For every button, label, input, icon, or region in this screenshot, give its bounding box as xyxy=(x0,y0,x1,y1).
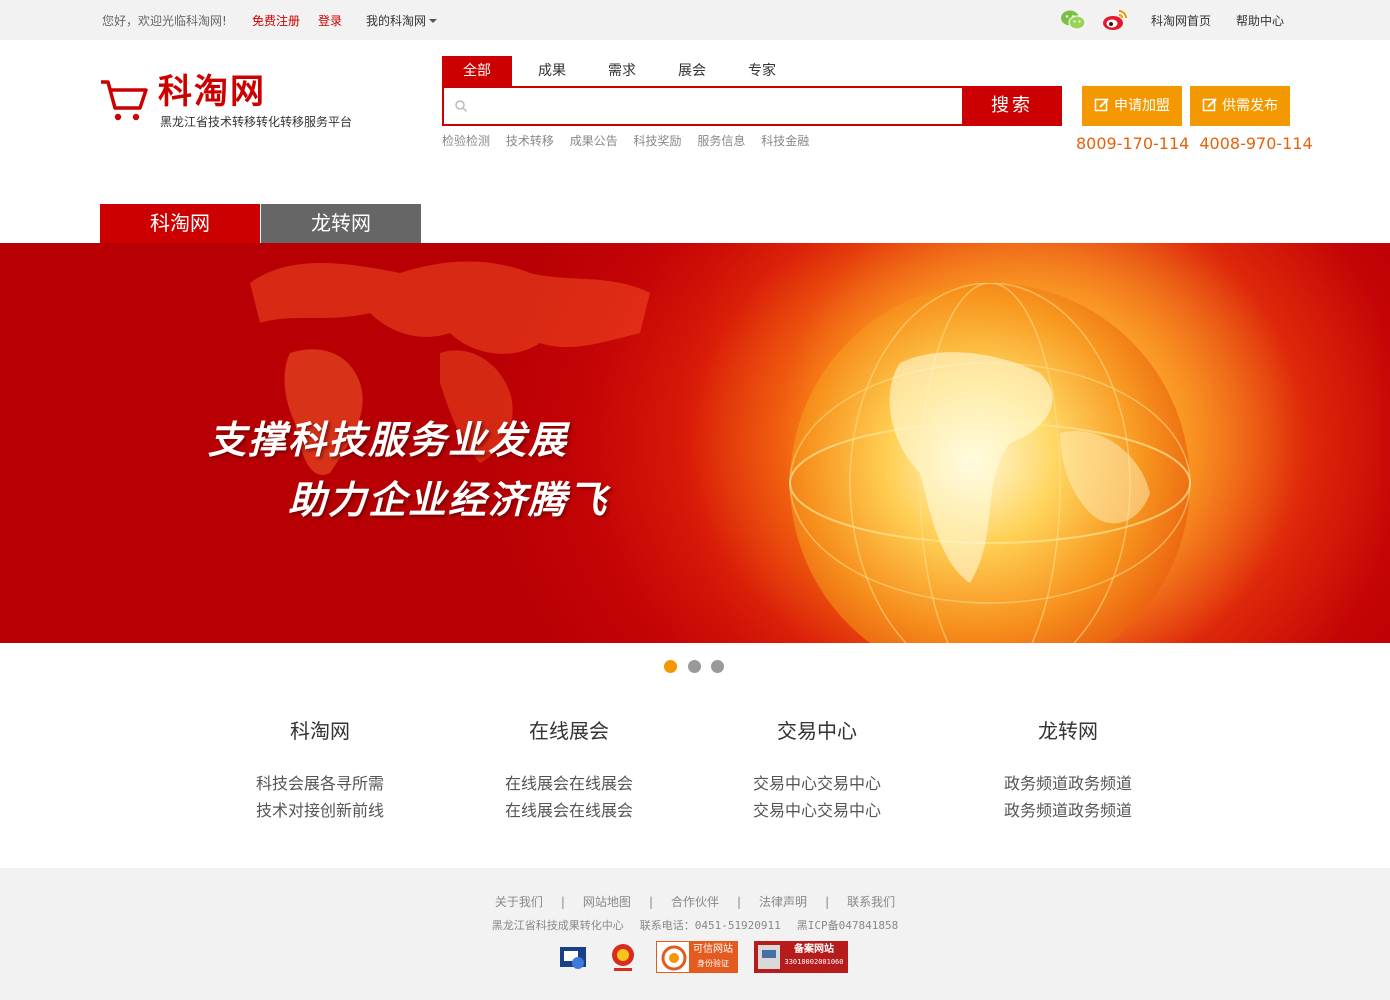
column-line: 交易中心交易中心 xyxy=(752,801,881,820)
feature-column-online-expo[interactable]: 在线展会 在线展会在线展会 在线展会在线展会 xyxy=(449,716,689,824)
footer-phone: 联系电话：0451-51920911 xyxy=(639,919,781,932)
tab-longzhuan[interactable]: 龙转网 xyxy=(261,204,421,243)
record-site-icon xyxy=(758,945,780,969)
hot-keyword[interactable]: 服务信息 xyxy=(697,134,745,148)
footer-links: 关于我们 | 网站地图 | 合作伙伴 | 法律声明 | 联系我们 xyxy=(0,893,1390,910)
search-button[interactable]: 搜索 xyxy=(962,86,1062,126)
globe-graphic xyxy=(789,283,1191,643)
publish-label: 供需发布 xyxy=(1222,98,1278,114)
footer-link-legal[interactable]: 法律声明 xyxy=(759,895,807,909)
banner-slogan-1: 支撑科技服务业发展 xyxy=(208,418,569,462)
record-site-title: 备案网站 xyxy=(794,944,834,955)
carousel-dot-1[interactable] xyxy=(664,660,677,673)
feature-columns: 科淘网 科技会展各寻所需 技术对接创新前线 在线展会 在线展会在线展会 在线展会… xyxy=(0,716,1390,836)
column-title: 交易中心 xyxy=(777,719,857,743)
emblem-badge-icon[interactable] xyxy=(608,941,638,973)
record-site-badge[interactable]: 备案网站 33010002001060 xyxy=(754,941,848,973)
footer-org: 黑龙江省科技成果转化中心 xyxy=(491,919,624,932)
hot-keyword[interactable]: 成果公告 xyxy=(570,134,618,148)
footer-link-about[interactable]: 关于我们 xyxy=(495,895,543,909)
carousel-dot-3[interactable] xyxy=(711,660,724,673)
footer-link-contact[interactable]: 联系我们 xyxy=(847,895,895,909)
hot-keyword[interactable]: 科技奖励 xyxy=(634,134,682,148)
search-icon xyxy=(455,100,468,113)
column-line: 政务频道政务频道 xyxy=(1003,774,1132,793)
greeting-text: 您好，欢迎光临科淘网! xyxy=(102,14,227,28)
feature-column-trade-center[interactable]: 交易中心 交易中心交易中心 交易中心交易中心 xyxy=(697,716,937,824)
footer-link-partners[interactable]: 合作伙伴 xyxy=(671,895,719,909)
record-site-number: 33010002001060 xyxy=(784,958,844,966)
search-tab-experts[interactable]: 专家 xyxy=(727,56,797,86)
edit-icon xyxy=(1202,98,1217,112)
trusted-site-icon xyxy=(661,945,687,971)
weibo-icon[interactable] xyxy=(1101,8,1129,32)
hot-keyword[interactable]: 技术转移 xyxy=(506,134,554,148)
hero-banner[interactable]: 支撑科技服务业发展 助力企业经济腾飞 xyxy=(0,243,1390,643)
hot-keyword[interactable]: 科技金融 xyxy=(761,134,809,148)
separator: | xyxy=(560,895,565,909)
footer: 关于我们 | 网站地图 | 合作伙伴 | 法律声明 | 联系我们 黑龙江省科技成果转化中心 联系电… xyxy=(0,868,1390,1000)
search-input[interactable] xyxy=(474,92,954,120)
column-line: 交易中心交易中心 xyxy=(752,774,881,793)
column-line: 在线展会在线展会 xyxy=(504,774,633,793)
search-tab-achievements[interactable]: 成果 xyxy=(517,56,587,86)
search-tab-demands[interactable]: 需求 xyxy=(587,56,657,86)
hot-keyword[interactable]: 检验检测 xyxy=(442,134,490,148)
tab-ketao[interactable]: 科淘网 xyxy=(100,204,260,243)
hotline-number: 8009-170-114 xyxy=(1076,134,1190,153)
cart-icon xyxy=(101,80,148,121)
site-logo[interactable]: 科淘网 黑龙江省技术转移转化转移服务平台 xyxy=(100,72,400,132)
trusted-site-subtitle: 身份验证 xyxy=(697,959,729,968)
hotline-number: 4008-970-114 xyxy=(1199,134,1313,153)
login-link[interactable]: 登录 xyxy=(318,12,342,29)
separator: | xyxy=(825,895,830,909)
column-title: 科淘网 xyxy=(290,719,350,743)
column-title: 在线展会 xyxy=(529,719,609,743)
search-tab-all[interactable]: 全部 xyxy=(442,56,512,86)
separator: | xyxy=(648,895,653,909)
search-tab-exhibitions[interactable]: 展会 xyxy=(657,56,727,86)
apply-join-label: 申请加盟 xyxy=(1114,98,1170,114)
my-site-dropdown[interactable]: 我的科淘网 xyxy=(366,12,438,29)
column-line: 科技会展各寻所需 xyxy=(255,774,384,793)
separator: | xyxy=(737,895,742,909)
logo-subtitle: 黑龙江省技术转移转化转移服务平台 xyxy=(160,115,353,129)
trusted-site-title: 可信网站 xyxy=(693,944,733,955)
feature-column-ketao[interactable]: 科淘网 科技会展各寻所需 技术对接创新前线 xyxy=(200,716,440,824)
hotline-numbers: 8009-170-114 4008-970-114 xyxy=(1076,134,1323,153)
column-line: 技术对接创新前线 xyxy=(255,801,384,820)
footer-icp: 黑ICP备047841858 xyxy=(796,919,899,932)
carousel-dot-2[interactable] xyxy=(688,660,701,673)
wechat-icon[interactable] xyxy=(1060,9,1086,31)
edit-icon xyxy=(1094,98,1109,112)
caret-down-icon xyxy=(429,19,438,23)
apply-join-button[interactable]: 申请加盟 xyxy=(1082,86,1182,126)
hot-keywords: 检验检测 技术转移 成果公告 科技奖励 服务信息 科技金融 xyxy=(442,132,821,149)
trusted-site-badge[interactable]: 可信网站 身份验证 xyxy=(656,941,738,973)
footer-info: 黑龙江省科技成果转化中心 联系电话：0451-51920911 黑ICP备04784… xyxy=(0,917,1390,933)
home-link[interactable]: 科淘网首页 xyxy=(1151,12,1211,29)
column-title: 龙转网 xyxy=(1038,719,1098,743)
footer-link-sitemap[interactable]: 网站地图 xyxy=(583,895,631,909)
feature-column-longzhuan[interactable]: 龙转网 政务频道政务频道 政务频道政务频道 xyxy=(948,716,1188,824)
publish-supply-demand-button[interactable]: 供需发布 xyxy=(1190,86,1290,126)
police-badge-icon[interactable] xyxy=(556,941,592,973)
column-line: 政务频道政务频道 xyxy=(1003,801,1132,820)
column-line: 在线展会在线展会 xyxy=(504,801,633,820)
logo-name: 科淘网 xyxy=(158,72,266,112)
top-bar: 您好，欢迎光临科淘网! 免费注册 登录 我的科淘网 科淘网首页 帮助中心 xyxy=(0,0,1390,40)
help-center-link[interactable]: 帮助中心 xyxy=(1236,12,1284,29)
banner-slogan-2: 助力企业经济腾飞 xyxy=(288,478,609,522)
my-site-label: 我的科淘网 xyxy=(366,14,427,28)
world-map-graphic xyxy=(250,261,650,475)
register-link[interactable]: 免费注册 xyxy=(252,12,300,29)
